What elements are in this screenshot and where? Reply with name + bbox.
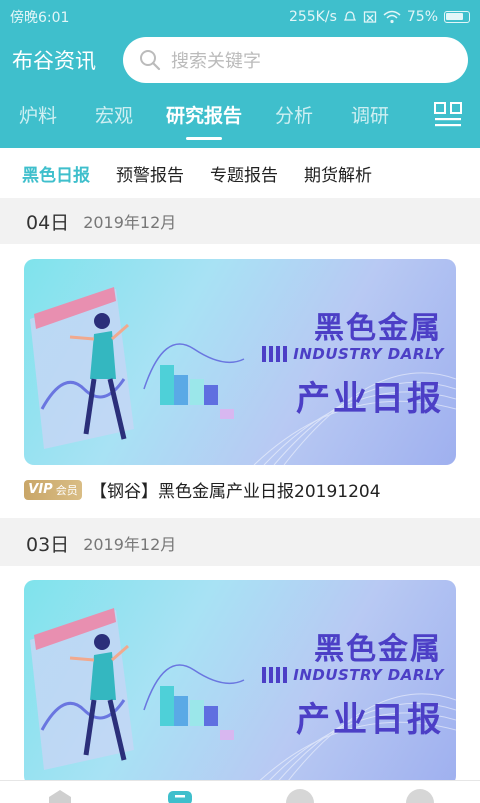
- net-speed: 255K/s: [288, 9, 337, 25]
- profile-nav-icon[interactable]: [406, 789, 434, 803]
- status-time: 傍晚6:01: [10, 10, 70, 26]
- tab-survey[interactable]: 调研: [332, 101, 408, 128]
- date-day: 04日: [26, 211, 70, 234]
- date-day: 03日: [26, 533, 70, 556]
- article-banner: 黑色金属 INDUSTRY DARLY 产业日报: [24, 259, 456, 465]
- article-banner: 黑色金属 INDUSTRY DARLY 产业日报: [24, 580, 456, 786]
- tab-research-report[interactable]: 研究报告: [152, 101, 256, 140]
- article-title-row[interactable]: VIP 会员 【钢谷】黑色金属产业日报20191204: [24, 477, 381, 502]
- report-nav-icon[interactable]: [166, 789, 194, 803]
- banner-bars: [262, 667, 288, 683]
- date-header: 04日 2019年12月: [0, 198, 480, 244]
- banner-subtitle: 产业日报: [296, 700, 444, 740]
- status-indicators: 255K/s 75%: [289, 9, 470, 25]
- banner-title: 黑色金属: [314, 311, 442, 346]
- discover-nav-icon[interactable]: [286, 789, 314, 803]
- date-month: 2019年12月: [83, 213, 177, 232]
- date-header: 03日 2019年12月: [0, 520, 480, 566]
- app-header: 傍晚6:01 255K/s 75% 布谷资讯 搜索关键字 炉料 宏观 研究报告 …: [0, 0, 480, 148]
- article-card[interactable]: 黑色金属 INDUSTRY DARLY 产业日报 VIP 会员 【钢谷】黑色金属…: [0, 244, 480, 518]
- subtab-black-daily[interactable]: 黑色日报: [22, 161, 90, 186]
- bottom-navigation: [0, 780, 480, 803]
- search-input[interactable]: 搜索关键字: [123, 37, 468, 83]
- date-month: 2019年12月: [83, 535, 177, 554]
- vip-badge: VIP 会员: [24, 479, 82, 500]
- subtab-warning-report[interactable]: 预警报告: [116, 161, 184, 186]
- search-row: 布谷资讯 搜索关键字: [0, 34, 480, 86]
- banner-english-text: INDUSTRY DARLY: [293, 666, 444, 684]
- tab-analysis[interactable]: 分析: [256, 101, 332, 128]
- tab-macro[interactable]: 宏观: [76, 101, 152, 128]
- wifi-icon: [383, 10, 401, 24]
- banner-english-text: INDUSTRY DARLY: [293, 345, 444, 363]
- article-card[interactable]: 黑色金属 INDUSTRY DARLY 产业日报: [0, 566, 480, 786]
- battery-percent: 75%: [406, 9, 438, 25]
- status-bar: 傍晚6:01 255K/s 75%: [0, 0, 480, 34]
- channel-tabs: 炉料 宏观 研究报告 分析 调研: [0, 88, 480, 140]
- article-title[interactable]: 【钢谷】黑色金属产业日报20191204: [90, 477, 381, 502]
- banner-title: 黑色金属: [314, 632, 442, 667]
- app-title: 布谷资讯: [12, 49, 96, 73]
- banner-english: INDUSTRY DARLY: [262, 345, 444, 363]
- tab-furnace-material[interactable]: 炉料: [0, 101, 76, 128]
- sub-category-tabs: 黑色日报 预警报告 专题报告 期货解析: [0, 148, 480, 198]
- sim-icon: [363, 11, 377, 23]
- banner-english: INDUSTRY DARLY: [262, 666, 444, 684]
- vip-member-label: 会员: [55, 483, 78, 497]
- channel-menu-icon[interactable]: [434, 102, 462, 128]
- search-icon: [140, 50, 161, 71]
- banner-bars: [262, 346, 288, 362]
- subtab-futures-analysis[interactable]: 期货解析: [304, 161, 372, 186]
- vip-label: VIP: [28, 482, 53, 497]
- home-nav-icon[interactable]: [46, 789, 74, 803]
- alarm-icon: [343, 11, 356, 21]
- banner-subtitle: 产业日报: [296, 379, 444, 419]
- subtab-special-report[interactable]: 专题报告: [210, 161, 278, 186]
- search-placeholder: 搜索关键字: [171, 51, 261, 72]
- battery-icon: [444, 11, 470, 23]
